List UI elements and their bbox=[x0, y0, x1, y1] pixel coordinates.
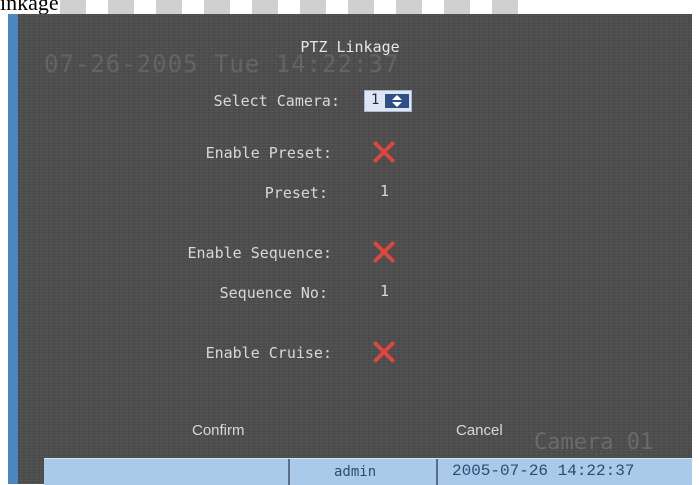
cancel-button[interactable]: Cancel bbox=[456, 422, 503, 439]
confirm-button[interactable]: Confirm bbox=[192, 422, 245, 439]
top-dashed-strip bbox=[60, 0, 520, 14]
status-datetime: 2005-07-26 14:22:37 bbox=[452, 462, 635, 480]
status-separator bbox=[436, 459, 438, 485]
select-camera-label: Select Camera: bbox=[213, 92, 340, 110]
preset-label: Preset: bbox=[264, 184, 328, 202]
sequence-no-value[interactable]: 1 bbox=[380, 282, 389, 300]
enable-sequence-x-mark-icon[interactable] bbox=[370, 238, 398, 266]
select-camera-spinner[interactable]: 1 bbox=[364, 90, 412, 112]
enable-sequence-label: Enable Sequence: bbox=[187, 244, 333, 262]
dialog-title: PTZ Linkage bbox=[300, 38, 400, 56]
select-camera-value: 1 bbox=[371, 92, 380, 108]
preset-value[interactable]: 1 bbox=[380, 182, 389, 200]
up-down-arrow-icon[interactable] bbox=[385, 94, 409, 108]
camera-overlay-label: Camera 01 bbox=[534, 430, 654, 455]
dvr-screen: 07-26-2005 Tue 14:22:37 PTZ Linkage Sele… bbox=[8, 14, 692, 485]
enable-preset-x-mark-icon[interactable] bbox=[370, 138, 398, 166]
enable-preset-label: Enable Preset: bbox=[205, 144, 332, 162]
enable-cruise-x-mark-icon[interactable] bbox=[370, 338, 398, 366]
sequence-no-label: Sequence No: bbox=[219, 284, 328, 302]
status-bar: admin 2005-07-26 14:22:37 bbox=[44, 458, 692, 485]
status-user: admin bbox=[334, 464, 377, 480]
enable-cruise-label: Enable Cruise: bbox=[205, 344, 332, 362]
status-separator bbox=[288, 459, 290, 485]
